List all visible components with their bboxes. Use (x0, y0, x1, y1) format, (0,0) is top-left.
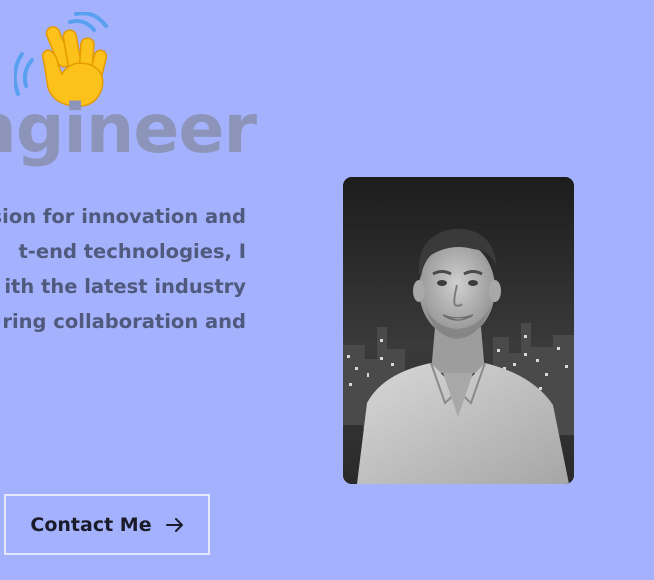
intro-line: ssion for innovation and (0, 205, 246, 228)
profile-photo (343, 177, 574, 484)
intro-line: ith the latest industry (4, 275, 246, 298)
contact-me-button[interactable]: Contact Me (4, 494, 210, 555)
hero-intro: ngineer ssion for innovation and t-end t… (0, 0, 320, 580)
intro-line: t-end technologies, I (18, 240, 246, 263)
contact-me-label: Contact Me (30, 513, 152, 536)
intro-paragraph: ssion for innovation and t-end technolog… (0, 199, 246, 339)
headline-text: ngineer (0, 90, 257, 169)
arrow-right-icon (165, 517, 183, 532)
intro-line: ring collaboration and (2, 310, 246, 333)
profile-photo-image (343, 177, 574, 484)
